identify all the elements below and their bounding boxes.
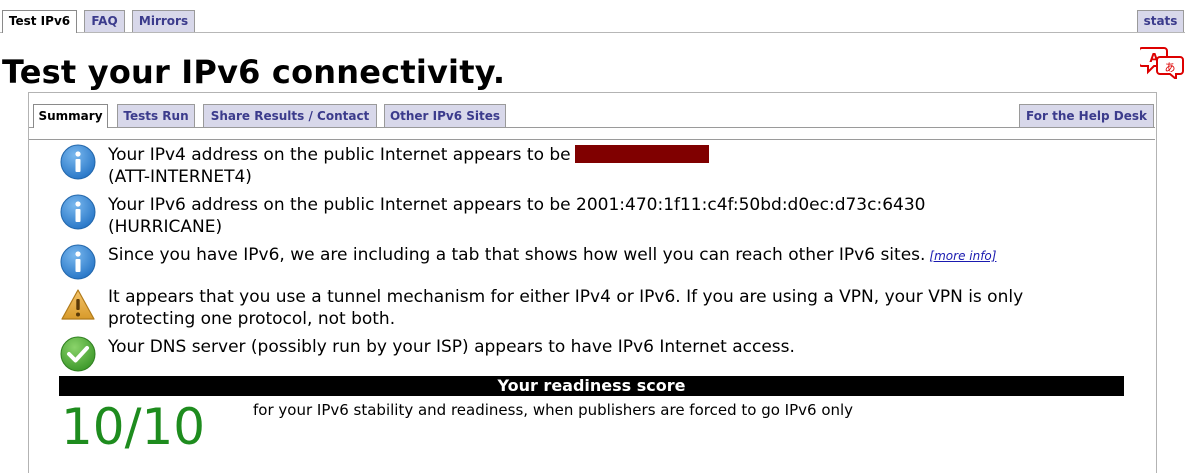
tab-help-desk[interactable]: For the Help Desk	[1019, 104, 1154, 127]
tab-test-ipv6[interactable]: Test IPv6	[2, 10, 77, 33]
readiness-score: 10/10	[61, 398, 206, 456]
panel-content-divider	[29, 139, 1155, 140]
tab-faq[interactable]: FAQ	[84, 10, 125, 32]
readiness-header: Your readiness score	[59, 376, 1124, 396]
svg-text:あ: あ	[1165, 61, 1176, 74]
message-ipv6: Your IPv6 address on the public Internet…	[108, 194, 1108, 238]
top-nav: Test IPv6 FAQ Mirrors stats	[0, 0, 1188, 33]
message-ipv6-text: Your IPv6 address on the public Internet…	[108, 195, 926, 215]
info-icon	[60, 194, 96, 230]
info-icon	[60, 244, 96, 280]
message-tunnel-text-2: protecting one protocol, not both.	[108, 309, 396, 329]
tab-share-results[interactable]: Share Results / Contact	[203, 104, 377, 127]
top-nav-divider	[0, 32, 1185, 33]
readiness-description: for your IPv6 stability and readiness, w…	[253, 401, 854, 419]
message-ipv4: Your IPv4 address on the public Internet…	[108, 144, 1108, 188]
more-info-link[interactable]: [more info]	[929, 249, 996, 263]
tab-mirrors[interactable]: Mirrors	[132, 10, 195, 32]
message-ipv4-text: Your IPv4 address on the public Internet…	[108, 145, 571, 165]
message-dns-text: Your DNS server (possibly run by your IS…	[108, 337, 795, 357]
tab-stats[interactable]: stats	[1137, 10, 1184, 32]
tab-other-ipv6-sites[interactable]: Other IPv6 Sites	[384, 104, 506, 127]
message-tunnel: It appears that you use a tunnel mechani…	[108, 286, 1108, 330]
info-icon	[60, 144, 96, 180]
message-dns: Your DNS server (possibly run by your IS…	[108, 336, 1108, 358]
tab-tests-run[interactable]: Tests Run	[117, 104, 195, 127]
message-tunnel-text: It appears that you use a tunnel mechani…	[108, 287, 1024, 307]
panel-tab-divider	[29, 127, 1155, 128]
message-ipv6-tab-text: Since you have IPv6, we are including a …	[108, 245, 926, 265]
check-icon	[60, 336, 96, 372]
message-ipv6-tab: Since you have IPv6, we are including a …	[108, 244, 1108, 267]
redacted-ipv4-address	[574, 145, 709, 163]
warning-icon	[60, 287, 96, 323]
page-title: Test your IPv6 connectivity.	[2, 53, 506, 91]
tab-summary[interactable]: Summary	[33, 104, 108, 128]
message-ipv4-isp: (ATT-INTERNET4)	[108, 167, 252, 187]
translate-icon[interactable]: A あ	[1138, 45, 1186, 82]
message-ipv6-isp: (HURRICANE)	[108, 217, 223, 237]
